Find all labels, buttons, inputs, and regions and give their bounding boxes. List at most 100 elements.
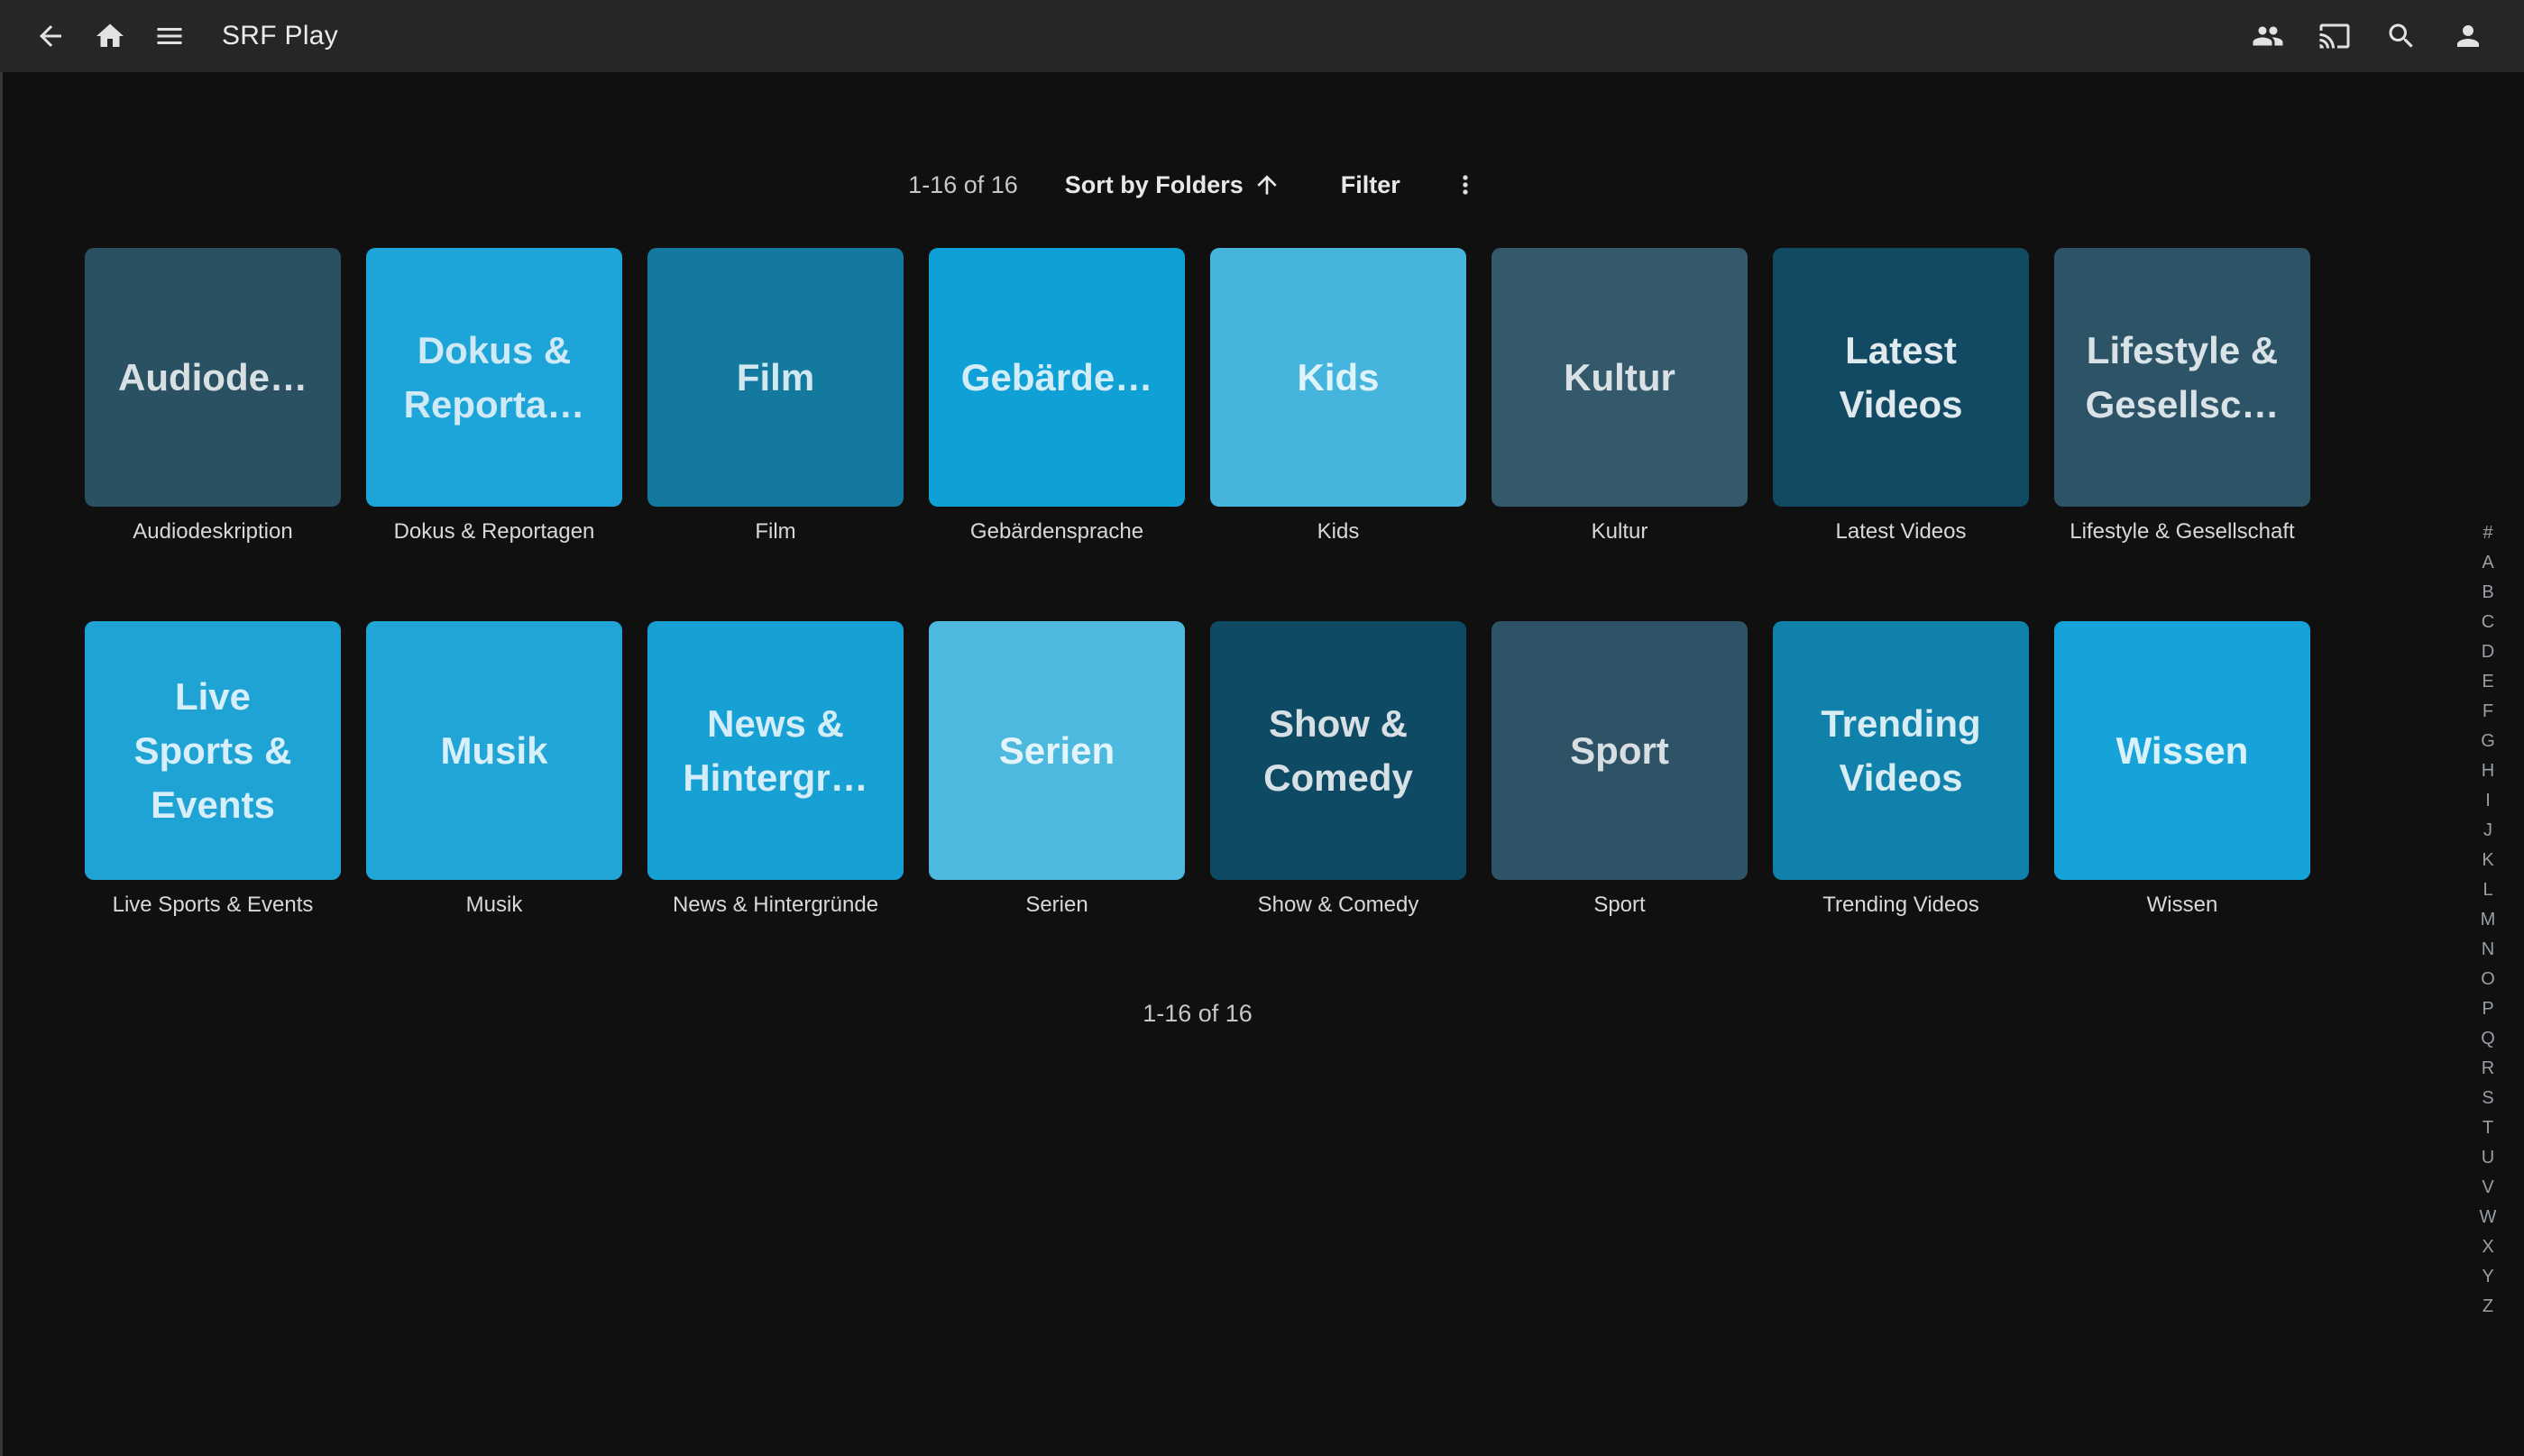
folder-label: Film xyxy=(647,519,904,546)
alphabet-letter[interactable]: C xyxy=(2471,608,2505,637)
folder-label: Sport xyxy=(1491,893,1748,920)
arrow-up-icon xyxy=(1244,170,1281,199)
alphabet-letter[interactable]: O xyxy=(2471,965,2505,994)
folder-card[interactable]: Gebärde… Gebärdensprache xyxy=(929,248,1185,546)
folder-tile-text: Gebärde… xyxy=(961,351,1152,405)
alphabet-letter[interactable]: J xyxy=(2471,816,2505,846)
folder-tile: Film xyxy=(647,248,904,507)
folder-tile: Dokus &Reporta… xyxy=(366,248,622,507)
alphabet-letter[interactable]: Z xyxy=(2471,1292,2505,1322)
alphabet-letter[interactable]: B xyxy=(2471,578,2505,608)
folder-card[interactable]: Serien Serien xyxy=(929,621,1185,920)
alphabet-letter[interactable]: K xyxy=(2471,846,2505,875)
screen-edge-strip xyxy=(0,72,3,1456)
sort-button[interactable]: Sort by Folders xyxy=(1065,170,1281,199)
cast-button[interactable] xyxy=(2311,13,2358,60)
alphabet-letter[interactable]: P xyxy=(2471,994,2505,1024)
folder-tile-text: TrendingVideos xyxy=(1821,697,1980,805)
folder-label: Serien xyxy=(929,893,1185,920)
folder-tile-text: Kultur xyxy=(1564,351,1675,405)
folder-tile-text: News &Hintergr… xyxy=(683,697,867,805)
folder-card[interactable]: Dokus &Reporta… Dokus & Reportagen xyxy=(366,248,622,546)
alphabet-letter[interactable]: M xyxy=(2471,905,2505,935)
alphabet-letter[interactable]: G xyxy=(2471,727,2505,756)
alphabet-letter[interactable]: F xyxy=(2471,697,2505,727)
folder-tile: LatestVideos xyxy=(1773,248,2029,507)
folder-tile: TrendingVideos xyxy=(1773,621,2029,880)
alphabet-letter[interactable]: W xyxy=(2471,1203,2505,1232)
home-icon xyxy=(94,20,126,52)
folder-tile: Audiode… xyxy=(85,248,341,507)
folder-card[interactable]: Film Film xyxy=(647,248,904,546)
alphabet-letter[interactable]: S xyxy=(2471,1084,2505,1113)
folder-card[interactable]: Kultur Kultur xyxy=(1491,248,1748,546)
page-title: SRF Play xyxy=(222,21,338,51)
alphabet-letter[interactable]: N xyxy=(2471,935,2505,965)
syncplay-button[interactable] xyxy=(2244,13,2291,60)
alphabet-letter[interactable]: U xyxy=(2471,1143,2505,1173)
home-button[interactable] xyxy=(87,13,133,60)
alphabet-letter[interactable]: Y xyxy=(2471,1262,2505,1292)
library-page: 1-16 of 16 Sort by Folders Filter Audiod… xyxy=(85,162,2310,1028)
sort-button-label: Sort by Folders xyxy=(1065,171,1244,199)
folder-tile: Serien xyxy=(929,621,1185,880)
user-button[interactable] xyxy=(2445,13,2492,60)
alphabet-letter[interactable]: H xyxy=(2471,756,2505,786)
group-people-icon xyxy=(2252,20,2284,52)
more-options-button[interactable] xyxy=(1444,163,1487,206)
alphabet-letter[interactable]: L xyxy=(2471,875,2505,905)
folder-label: Trending Videos xyxy=(1773,893,2029,920)
alphabet-letter[interactable]: E xyxy=(2471,667,2505,697)
folder-card[interactable]: Kids Kids xyxy=(1210,248,1466,546)
folder-card[interactable]: Sport Sport xyxy=(1491,621,1748,920)
folder-tile-text: LatestVideos xyxy=(1840,324,1963,432)
folder-card[interactable]: Wissen Wissen xyxy=(2054,621,2310,920)
item-count-top: 1-16 of 16 xyxy=(908,171,1018,199)
alphabet-letter[interactable]: X xyxy=(2471,1232,2505,1262)
folder-label: Kultur xyxy=(1491,519,1748,546)
folder-tile-text: Sport xyxy=(1570,724,1669,778)
folder-label: Audiodeskription xyxy=(85,519,341,546)
search-button[interactable] xyxy=(2378,13,2425,60)
alphabet-letter[interactable]: Q xyxy=(2471,1024,2505,1054)
alphabet-letter[interactable]: # xyxy=(2471,518,2505,548)
alphabet-letter[interactable]: V xyxy=(2471,1173,2505,1203)
folder-tile-text: Show &Comedy xyxy=(1263,697,1413,805)
alphabet-letter[interactable]: I xyxy=(2471,786,2505,816)
folder-card[interactable]: Show &Comedy Show & Comedy xyxy=(1210,621,1466,920)
folder-card[interactable]: Audiode… Audiodeskription xyxy=(85,248,341,546)
arrow-back-icon xyxy=(34,20,67,52)
back-button[interactable] xyxy=(27,13,74,60)
toolbar: 1-16 of 16 Sort by Folders Filter xyxy=(85,162,2310,207)
folder-label: Lifestyle & Gesellschaft xyxy=(2054,519,2310,546)
folder-card[interactable]: News &Hintergr… News & Hintergründe xyxy=(647,621,904,920)
folder-card[interactable]: LiveSports &Events Live Sports & Events xyxy=(85,621,341,920)
folder-card[interactable]: LatestVideos Latest Videos xyxy=(1773,248,2029,546)
item-count-bottom: 1-16 of 16 xyxy=(85,1000,2310,1028)
folder-card[interactable]: Lifestyle &Gesellsc… Lifestyle & Gesells… xyxy=(2054,248,2310,546)
folder-tile: Musik xyxy=(366,621,622,880)
alphabet-letter[interactable]: R xyxy=(2471,1054,2505,1084)
folder-tile-text: Serien xyxy=(999,724,1115,778)
folder-tile: Gebärde… xyxy=(929,248,1185,507)
folder-tile: Kultur xyxy=(1491,248,1748,507)
folder-label: Show & Comedy xyxy=(1210,893,1466,920)
alphabet-letter[interactable]: T xyxy=(2471,1113,2505,1143)
folder-label: Latest Videos xyxy=(1773,519,2029,546)
folder-tile: Kids xyxy=(1210,248,1466,507)
folder-tile-text: Dokus &Reporta… xyxy=(404,324,585,432)
alphabet-letter[interactable]: D xyxy=(2471,637,2505,667)
folder-tile: LiveSports &Events xyxy=(85,621,341,880)
folder-label: Wissen xyxy=(2054,893,2310,920)
folder-label: News & Hintergründe xyxy=(647,893,904,920)
folder-tile: Sport xyxy=(1491,621,1748,880)
menu-button[interactable] xyxy=(146,13,193,60)
folder-tile-text: LiveSports &Events xyxy=(133,670,291,832)
filter-button[interactable]: Filter xyxy=(1341,171,1400,199)
top-bar: SRF Play xyxy=(0,0,2524,72)
folder-card[interactable]: TrendingVideos Trending Videos xyxy=(1773,621,2029,920)
alphabet-letter[interactable]: A xyxy=(2471,548,2505,578)
folder-label: Dokus & Reportagen xyxy=(366,519,622,546)
hamburger-menu-icon xyxy=(153,20,186,52)
folder-card[interactable]: Musik Musik xyxy=(366,621,622,920)
